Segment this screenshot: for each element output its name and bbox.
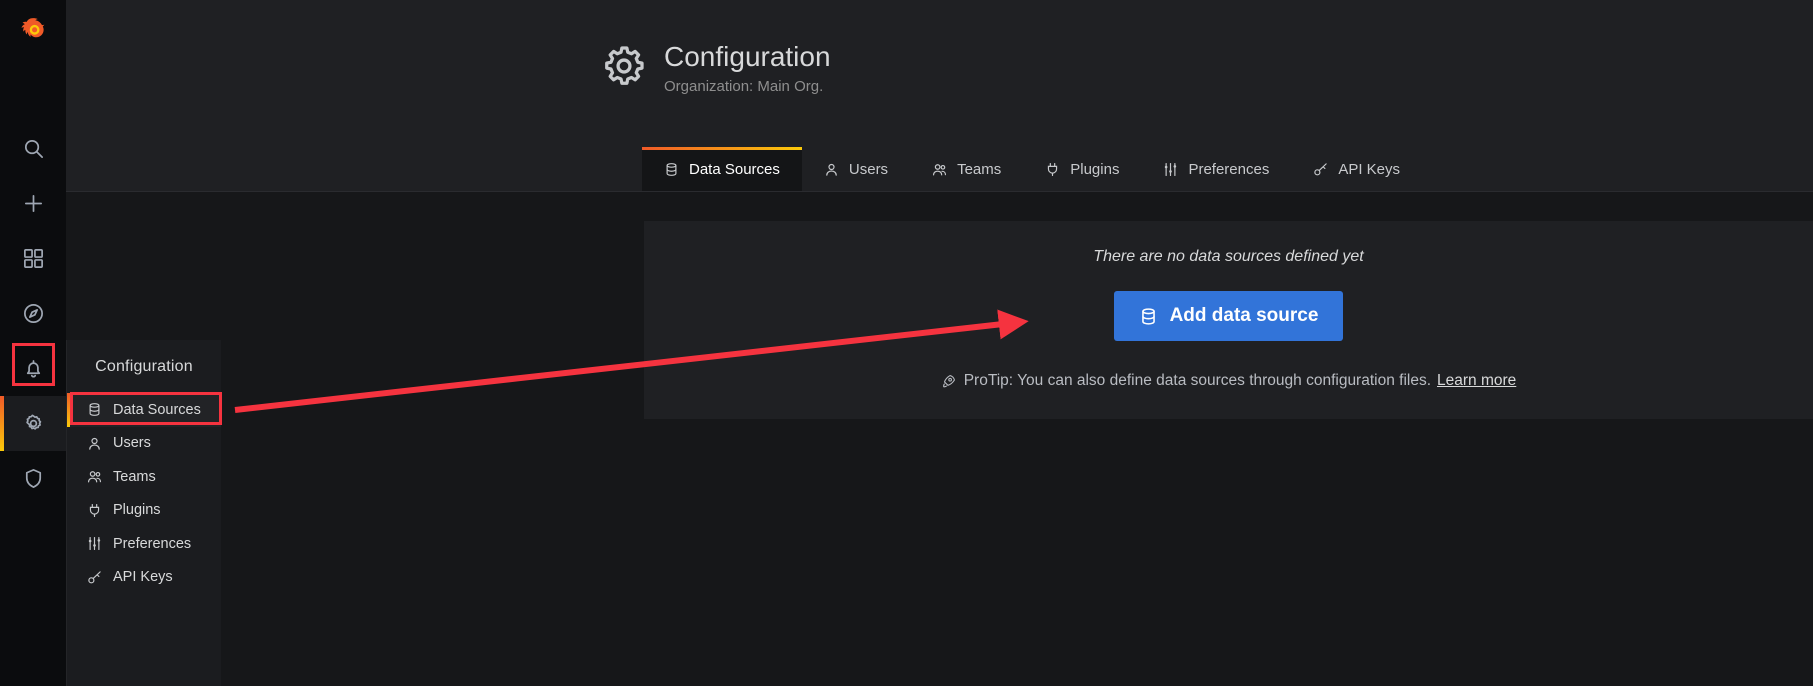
user-icon: [85, 436, 104, 451]
protip: ProTip: You can also define data sources…: [644, 372, 1813, 390]
tab-data-sources[interactable]: Data Sources: [642, 147, 802, 191]
key-icon: [1313, 162, 1328, 177]
explore-icon: [22, 302, 45, 325]
tab-bar: Data Sources Users Teams Plugins Prefere…: [642, 147, 1422, 191]
tab-label: Data Sources: [689, 160, 780, 178]
sliders-icon: [1163, 162, 1178, 177]
gear-icon: [22, 412, 45, 435]
flyout-item-label: Users: [113, 435, 151, 452]
flyout-item-plugins[interactable]: Plugins: [67, 494, 221, 528]
bell-icon: [22, 357, 45, 380]
users-icon: [932, 162, 947, 177]
tab-label: Users: [848, 160, 889, 178]
tab-api-keys[interactable]: API Keys: [1291, 147, 1422, 191]
page-subtitle: Organization: Main Org.: [664, 78, 824, 95]
search-icon: [22, 137, 45, 160]
flyout-item-preferences[interactable]: Preferences: [67, 527, 221, 561]
tab-teams[interactable]: Teams: [910, 147, 1023, 191]
plug-icon: [1045, 162, 1060, 177]
plus-icon: [22, 192, 45, 215]
nav-rail: [0, 0, 66, 686]
flyout-item-label: Plugins: [113, 502, 161, 519]
flyout-item-api-keys[interactable]: API Keys: [67, 561, 221, 595]
user-icon: [824, 162, 839, 177]
add-data-source-row: Add data source: [644, 291, 1813, 341]
flyout-item-label: Teams: [113, 468, 156, 485]
page-header: Configuration Organization: Main Org.: [601, 40, 831, 95]
key-icon: [85, 570, 104, 585]
users-icon: [85, 469, 104, 484]
tab-label: Preferences: [1188, 160, 1270, 178]
sidebar-item-search[interactable]: [0, 121, 66, 176]
flyout-item-label: API Keys: [113, 569, 173, 586]
gear-icon: [601, 43, 647, 89]
rocket-icon: [941, 374, 956, 389]
database-icon: [1139, 307, 1158, 326]
sidebar-item-dashboards[interactable]: [0, 231, 66, 286]
flyout-title: Configuration: [95, 357, 193, 375]
add-data-source-label: Add data source: [1169, 305, 1319, 326]
sidebar-item-alerting[interactable]: [0, 341, 66, 396]
add-data-source-button[interactable]: Add data source: [1113, 291, 1344, 341]
tab-users[interactable]: Users: [802, 147, 910, 191]
protip-text: ProTip: You can also define data sources…: [963, 372, 1432, 389]
grafana-configuration-page: Configuration Data Sources Users Teams P…: [0, 0, 1813, 686]
tab-label: Teams: [957, 160, 1002, 178]
flyout-item-data-sources[interactable]: Data Sources: [67, 393, 221, 427]
database-icon: [664, 162, 679, 177]
dashboards-icon: [22, 247, 45, 270]
data-sources-empty-card: There are no data sources defined yet Ad…: [644, 221, 1813, 419]
sidebar-item-server-admin[interactable]: [0, 451, 66, 506]
sidebar-item-configuration[interactable]: [0, 396, 66, 451]
sidebar-item-explore[interactable]: [0, 286, 66, 341]
database-icon: [85, 402, 104, 417]
configuration-flyout-menu: Configuration Data Sources Users Teams P…: [66, 340, 221, 686]
tab-label: API Keys: [1338, 160, 1401, 178]
flyout-item-label: Preferences: [113, 535, 192, 552]
grafana-logo[interactable]: [0, 0, 66, 66]
tab-plugins[interactable]: Plugins: [1023, 147, 1141, 191]
shield-icon: [22, 467, 45, 490]
plug-icon: [85, 503, 104, 518]
page-title: Configuration: [664, 41, 831, 72]
tab-preferences[interactable]: Preferences: [1141, 147, 1291, 191]
flyout-item-label: Data Sources: [113, 401, 201, 418]
sidebar-item-create[interactable]: [0, 176, 66, 231]
main-content: Configuration Organization: Main Org. Da…: [66, 0, 1813, 686]
flyout-item-teams[interactable]: Teams: [67, 460, 221, 494]
empty-state-message: There are no data sources defined yet: [1093, 248, 1364, 265]
tab-label: Plugins: [1070, 160, 1120, 178]
sliders-icon: [85, 536, 104, 551]
learn-more-link[interactable]: Learn more: [1437, 372, 1516, 390]
flyout-item-users[interactable]: Users: [67, 427, 221, 461]
page-topbar: Configuration Organization: Main Org. Da…: [66, 0, 1813, 192]
